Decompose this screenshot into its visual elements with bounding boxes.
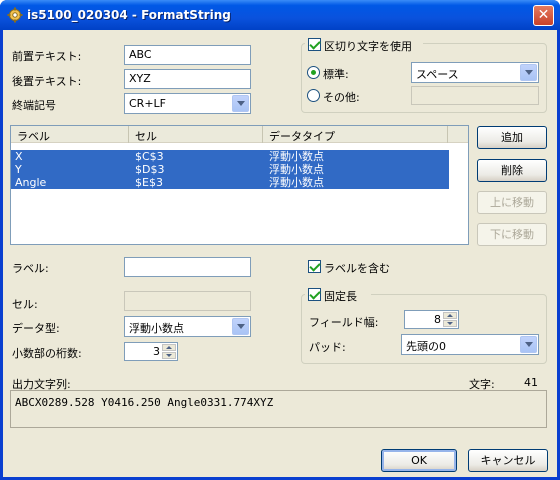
datatype-label: データ型:: [12, 322, 60, 335]
column-header-cell[interactable]: セル: [129, 126, 263, 143]
row-type: 浮動小数点: [269, 176, 324, 189]
row-label: X: [15, 150, 23, 163]
delete-button[interactable]: 削除: [477, 159, 547, 182]
dialog-client-area: 前置テキスト: ABC 後置テキスト: XYZ 終端記号 CR+LF 区切り文字…: [3, 30, 557, 477]
standard-delimiter-value: スペース: [416, 68, 459, 81]
terminator-label: 終端記号: [12, 99, 56, 112]
fixed-length-checkbox[interactable]: [308, 288, 321, 301]
column-header-datatype[interactable]: データタイプ: [263, 126, 448, 143]
use-delimiter-label: 区切り文字を使用: [324, 40, 412, 53]
chevron-down-icon[interactable]: [520, 64, 537, 81]
row-label: Y: [15, 163, 22, 176]
other-delimiter-input: [411, 86, 539, 105]
table-row[interactable]: Y $D$3 浮動小数点: [11, 163, 449, 176]
spin-up-icon[interactable]: [443, 312, 457, 319]
field-width-stepper[interactable]: 8: [404, 310, 459, 329]
title-bar[interactable]: is5100_020304 - FormatString ✕: [0, 0, 560, 30]
pad-select[interactable]: 先頭の0: [401, 334, 539, 355]
prefix-label: 前置テキスト:: [12, 50, 82, 63]
pad-label: パッド:: [309, 341, 346, 354]
cell-input: [124, 291, 251, 311]
field-list[interactable]: ラベル セル データタイプ X $C$3 浮動小数点 Y $D$3 浮動小数点 …: [10, 125, 469, 245]
decimals-label: 小数部の桁数:: [12, 347, 82, 360]
ok-button[interactable]: OK: [381, 449, 457, 472]
cancel-button[interactable]: キャンセル: [468, 449, 548, 472]
row-type: 浮動小数点: [269, 163, 324, 176]
chevron-down-icon[interactable]: [232, 95, 249, 112]
datatype-value: 浮動小数点: [129, 322, 184, 335]
close-icon: ✕: [537, 7, 550, 23]
suffix-label: 後置テキスト:: [12, 75, 82, 88]
cell-field-label: セル:: [12, 298, 38, 311]
use-delimiter-checkbox[interactable]: [308, 38, 321, 51]
other-label: その他:: [323, 91, 360, 104]
standard-radio[interactable]: [307, 66, 320, 79]
include-label-text: ラベルを含む: [324, 262, 390, 275]
prefix-input[interactable]: ABC: [124, 45, 251, 65]
app-gear-icon: [7, 7, 23, 23]
field-width-label: フィールド幅:: [309, 316, 379, 329]
column-header-label[interactable]: ラベル: [11, 126, 129, 143]
char-count-value: 41: [524, 376, 538, 389]
decimals-stepper[interactable]: 3: [124, 342, 178, 361]
standard-delimiter-select[interactable]: スペース: [411, 62, 539, 83]
pad-value: 先頭の0: [406, 340, 446, 353]
fixed-length-label: 固定長: [324, 290, 357, 303]
chevron-down-icon[interactable]: [520, 336, 537, 353]
spin-up-icon[interactable]: [162, 344, 176, 351]
list-header: ラベル セル データタイプ: [11, 126, 468, 143]
suffix-input[interactable]: XYZ: [124, 69, 251, 89]
move-up-button[interactable]: 上に移動: [477, 191, 547, 214]
add-button[interactable]: 追加: [477, 126, 547, 149]
field-width-spin-buttons[interactable]: [443, 312, 457, 327]
table-row[interactable]: X $C$3 浮動小数点: [11, 150, 449, 163]
decimals-value: 3: [153, 345, 160, 358]
output-string-box: ABCX0289.528 Y0416.250 Angle0331.774XYZ: [10, 390, 547, 428]
standard-label: 標準:: [323, 68, 349, 81]
table-row[interactable]: Angle $E$3 浮動小数点: [11, 176, 449, 189]
terminator-select[interactable]: CR+LF: [124, 93, 251, 114]
row-cell: $E$3: [135, 176, 163, 189]
label-input[interactable]: [124, 257, 251, 277]
decimals-spin-buttons[interactable]: [162, 344, 176, 359]
field-width-value: 8: [434, 313, 441, 326]
row-cell: $D$3: [135, 163, 165, 176]
spin-down-icon[interactable]: [162, 352, 176, 359]
close-button[interactable]: ✕: [533, 5, 554, 26]
dialog-window: is5100_020304 - FormatString ✕ 前置テキスト: A…: [0, 0, 560, 480]
chevron-down-icon[interactable]: [232, 318, 249, 335]
row-label: Angle: [15, 176, 47, 189]
label-field-label: ラベル:: [12, 262, 49, 275]
include-label-checkbox[interactable]: [308, 260, 321, 273]
datatype-select[interactable]: 浮動小数点: [124, 316, 251, 337]
other-radio[interactable]: [307, 89, 320, 102]
row-cell: $C$3: [135, 150, 164, 163]
move-down-button[interactable]: 下に移動: [477, 223, 547, 246]
spin-down-icon[interactable]: [443, 320, 457, 327]
window-title: is5100_020304 - FormatString: [27, 8, 231, 22]
terminator-value: CR+LF: [129, 97, 166, 110]
row-type: 浮動小数点: [269, 150, 324, 163]
